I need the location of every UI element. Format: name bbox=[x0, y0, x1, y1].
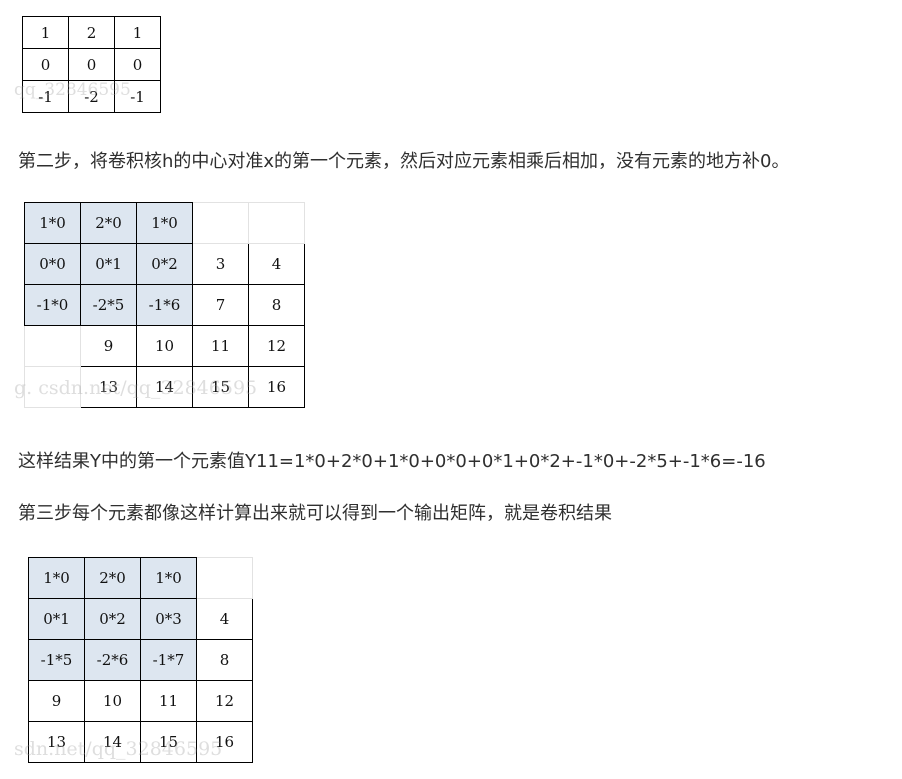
grid-cell-highlighted: -1*6 bbox=[136, 284, 193, 326]
grid-row: 0*1 0*2 0*3 4 bbox=[28, 598, 253, 640]
grid-cell: 16 bbox=[248, 366, 305, 408]
grid-row: 1*0 2*0 1*0 bbox=[24, 202, 305, 244]
grid-cell-highlighted: 2*0 bbox=[84, 557, 141, 599]
grid-cell-empty bbox=[196, 557, 253, 599]
grid-cell: 14 bbox=[136, 366, 193, 408]
grid-cell: 4 bbox=[196, 598, 253, 640]
grid-row: -1*5 -2*6 -1*7 8 bbox=[28, 639, 253, 681]
kernel-matrix: 1 2 1 0 0 0 -1 -2 -1 bbox=[22, 16, 161, 113]
grid-cell: 4 bbox=[248, 243, 305, 285]
grid-cell-empty bbox=[24, 366, 81, 408]
grid-cell-highlighted: -2*5 bbox=[80, 284, 137, 326]
grid-cell: 7 bbox=[192, 284, 249, 326]
grid-cell-highlighted: 1*0 bbox=[136, 202, 193, 244]
grid-row: 9 10 11 12 bbox=[28, 680, 253, 722]
step3-paragraph: 第三步每个元素都像这样计算出来就可以得到一个输出矩阵，就是卷积结果 bbox=[18, 503, 612, 524]
grid-cell: 10 bbox=[136, 325, 193, 367]
result-paragraph: 这样结果Y中的第一个元素值Y11=1*0+2*0+1*0+0*0+0*1+0*2… bbox=[18, 451, 766, 472]
kernel-cell: -1 bbox=[22, 80, 69, 113]
kernel-row: 121 bbox=[22, 16, 161, 49]
kernel-row: -1 -2 -1 bbox=[22, 80, 161, 113]
kernel-cell: 0 bbox=[22, 48, 69, 81]
grid-row: -1*0 -2*5 -1*6 7 8 bbox=[24, 284, 305, 326]
grid-cell-highlighted: 1*0 bbox=[24, 202, 81, 244]
grid-cell-highlighted: 1*0 bbox=[140, 557, 197, 599]
grid-cell: 14 bbox=[84, 721, 141, 763]
grid-row: 0*0 0*1 0*2 3 4 bbox=[24, 243, 305, 285]
grid-cell: 12 bbox=[196, 680, 253, 722]
grid-cell-highlighted: -2*6 bbox=[84, 639, 141, 681]
kernel-cell: -1 bbox=[114, 80, 161, 113]
grid-row: 1*0 2*0 1*0 bbox=[28, 557, 253, 599]
kernel-cell: 0 bbox=[68, 48, 115, 81]
grid-cell: 11 bbox=[140, 680, 197, 722]
kernel-cell: 2 bbox=[68, 16, 115, 49]
kernel-cell: -2 bbox=[68, 80, 115, 113]
grid-cell-highlighted: -1*7 bbox=[140, 639, 197, 681]
kernel-row: 000 bbox=[22, 48, 161, 81]
grid-cell-highlighted: 1*0 bbox=[28, 557, 85, 599]
kernel-cell: 0 bbox=[114, 48, 161, 81]
grid-cell-highlighted: 0*2 bbox=[84, 598, 141, 640]
step2-paragraph: 第二步，将卷积核h的中心对准x的第一个元素，然后对应元素相乘后相加，没有元素的地… bbox=[18, 151, 790, 172]
grid-cell-highlighted: 0*3 bbox=[140, 598, 197, 640]
kernel-cell: 1 bbox=[114, 16, 161, 49]
grid-cell-highlighted: 2*0 bbox=[80, 202, 137, 244]
grid-cell: 8 bbox=[196, 639, 253, 681]
grid-cell: 9 bbox=[28, 680, 85, 722]
grid-cell: 16 bbox=[196, 721, 253, 763]
kernel-cell: 1 bbox=[22, 16, 69, 49]
grid-cell: 10 bbox=[84, 680, 141, 722]
grid-cell: 13 bbox=[28, 721, 85, 763]
grid-cell-empty bbox=[24, 325, 81, 367]
grid-cell: 11 bbox=[192, 325, 249, 367]
grid-row: 13 14 15 16 bbox=[24, 366, 305, 408]
grid-cell-highlighted: -1*0 bbox=[24, 284, 81, 326]
grid-cell-highlighted: 0*0 bbox=[24, 243, 81, 285]
grid-cell: 8 bbox=[248, 284, 305, 326]
grid-cell-highlighted: 0*2 bbox=[136, 243, 193, 285]
grid-cell: 13 bbox=[80, 366, 137, 408]
grid-cell: 3 bbox=[192, 243, 249, 285]
convolution-grid-2: 1*0 2*0 1*0 0*1 0*2 0*3 4 -1*5 -2*6 -1*7 8 9 10 11 12 1… bbox=[28, 557, 253, 763]
grid-cell: 9 bbox=[80, 325, 137, 367]
convolution-grid-1: 1*0 2*0 1*0 0*0 0*1 0*2 3 4 -1*0 -2*5 -1*6 7 8 9 10 11 1… bbox=[24, 202, 305, 408]
grid-cell-highlighted: 0*1 bbox=[80, 243, 137, 285]
grid-cell-empty bbox=[248, 202, 305, 244]
grid-cell: 15 bbox=[140, 721, 197, 763]
grid-row: 9 10 11 12 bbox=[24, 325, 305, 367]
grid-cell: 15 bbox=[192, 366, 249, 408]
grid-cell-highlighted: -1*5 bbox=[28, 639, 85, 681]
grid-row: 13 14 15 16 bbox=[28, 721, 253, 763]
grid-cell-highlighted: 0*1 bbox=[28, 598, 85, 640]
grid-cell-empty bbox=[192, 202, 249, 244]
grid-cell: 12 bbox=[248, 325, 305, 367]
